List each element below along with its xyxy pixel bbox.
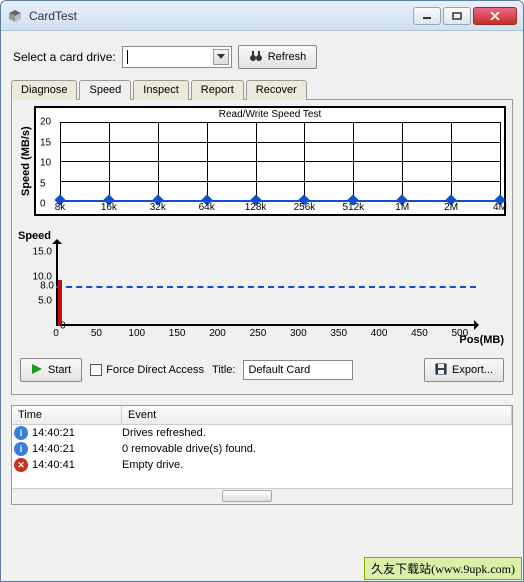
- error-icon: ✕: [14, 458, 28, 472]
- chart1-ylabel: Speed (MB/s): [18, 106, 34, 216]
- export-button[interactable]: Export...: [424, 358, 504, 382]
- play-icon: [31, 363, 43, 378]
- titlebar[interactable]: CardTest: [1, 1, 523, 31]
- position-speed-chart: Pos(MB) 5.010.015.0050100150200250300350…: [56, 242, 476, 326]
- drive-combo[interactable]: [122, 46, 232, 68]
- app-window: CardTest Select a card drive: Refresh: [0, 0, 524, 582]
- maximize-button[interactable]: [443, 7, 471, 25]
- tab-recover[interactable]: Recover: [246, 80, 307, 100]
- chevron-down-icon[interactable]: [213, 49, 229, 65]
- tabs: Diagnose Speed Inspect Report Recover: [11, 79, 513, 100]
- tab-report[interactable]: Report: [191, 80, 244, 100]
- info-icon: i: [14, 426, 28, 440]
- log-row[interactable]: ✕14:40:41Empty drive.: [12, 457, 512, 473]
- refresh-button[interactable]: Refresh: [238, 45, 318, 69]
- tab-speed[interactable]: Speed: [79, 80, 131, 100]
- title-label: Title:: [212, 364, 235, 376]
- tab-inspect[interactable]: Inspect: [133, 80, 188, 100]
- app-icon: [7, 8, 23, 24]
- chart2-ylabel: Speed: [18, 230, 51, 242]
- start-button[interactable]: Start: [20, 358, 82, 382]
- arrow-up-icon: [52, 234, 62, 244]
- speed-panel: Speed (MB/s) Read/Write Speed Test Pos(M…: [11, 100, 513, 395]
- watermark: 久友下载站(www.9upk.com): [364, 557, 522, 580]
- info-icon: i: [14, 442, 28, 456]
- drive-select-label: Select a card drive:: [13, 50, 116, 64]
- event-log: Time Event i14:40:21Drives refreshed.i14…: [11, 405, 513, 505]
- scrollbar-thumb[interactable]: [222, 490, 272, 502]
- speed-test-chart: Read/Write Speed Test Pos(MB) 051015208k…: [34, 106, 506, 216]
- save-icon: [435, 363, 447, 378]
- log-row[interactable]: i14:40:21Drives refreshed.: [12, 425, 512, 441]
- minimize-button[interactable]: [413, 7, 441, 25]
- log-scrollbar[interactable]: [12, 488, 512, 504]
- log-col-event[interactable]: Event: [122, 406, 512, 424]
- log-col-time[interactable]: Time: [12, 406, 122, 424]
- text-cursor-icon: [127, 50, 128, 64]
- tab-diagnose[interactable]: Diagnose: [11, 80, 77, 100]
- chart1-title: Read/Write Speed Test: [36, 109, 504, 120]
- title-input[interactable]: Default Card: [243, 360, 353, 380]
- window-title: CardTest: [29, 9, 413, 23]
- binoculars-icon: [249, 50, 263, 65]
- log-row[interactable]: i14:40:210 removable drive(s) found.: [12, 441, 512, 457]
- force-direct-access-checkbox[interactable]: Force Direct Access: [90, 364, 204, 376]
- arrow-right-icon: [474, 320, 484, 330]
- close-button[interactable]: [473, 7, 517, 25]
